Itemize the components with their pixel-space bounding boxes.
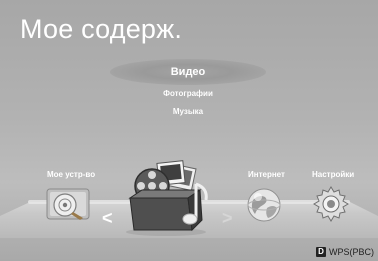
nav-right-arrow[interactable]: > <box>222 209 233 227</box>
page-title: Мое содерж. <box>20 14 183 44</box>
content-type-menu: Видео Фотографии Музыка <box>110 59 266 121</box>
gear-icon[interactable] <box>311 184 351 229</box>
nav-left-arrow[interactable]: < <box>102 209 113 227</box>
wps-label: WPS(PBC) <box>329 247 374 257</box>
category-label-settings: Настройки <box>312 170 355 179</box>
wps-hint: D WPS(PBC) <box>316 247 374 257</box>
menu-item-video[interactable]: Видео <box>110 59 266 85</box>
category-label-internet: Интернет <box>248 170 285 179</box>
d-key-badge: D <box>316 247 326 257</box>
menu-item-photos[interactable]: Фотографии <box>110 85 266 103</box>
my-contents-screen: Мое содерж. Видео Фотографии Музыка Мое … <box>0 0 378 261</box>
globe-icon[interactable] <box>245 186 283 229</box>
media-box-icon[interactable] <box>118 158 218 243</box>
disc-drive-icon[interactable] <box>45 186 91 227</box>
menu-item-music[interactable]: Музыка <box>110 103 266 121</box>
category-label-my-device: Мое устр-во <box>47 170 96 179</box>
